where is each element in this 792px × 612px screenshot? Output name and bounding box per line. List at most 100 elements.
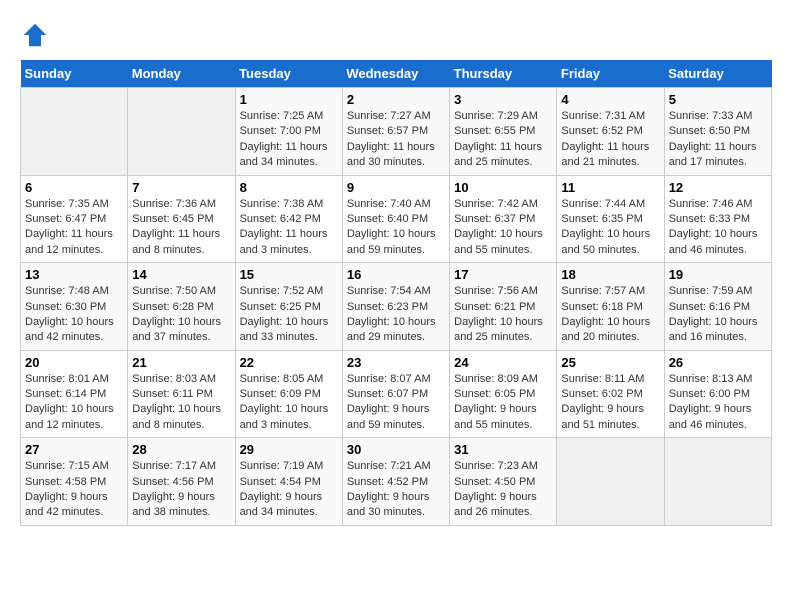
calendar-cell: 11Sunrise: 7:44 AMSunset: 6:35 PMDayligh… — [557, 175, 664, 263]
day-number: 14 — [132, 267, 230, 282]
day-number: 7 — [132, 180, 230, 195]
day-number: 29 — [240, 442, 338, 457]
calendar-cell — [128, 88, 235, 176]
calendar-cell: 20 Sunrise: 8:01 AMSunset: 6:14 PMDayligh… — [21, 350, 128, 438]
day-info: Sunrise: 7:35 AMSunset: 6:47 PMDaylight:… — [25, 197, 123, 259]
day-info: Sunrise: 7:33 AMSunset: 6:50 PMDaylight:… — [669, 109, 767, 171]
calendar-cell — [557, 438, 664, 526]
day-info: Sunrise: 7:48 AMSunset: 6:30 PMDaylight:… — [25, 284, 123, 346]
day-number: 5 — [669, 92, 767, 107]
calendar-cell: 16Sunrise: 7:54 AMSunset: 6:23 PMDayligh… — [342, 263, 449, 351]
day-number: 12 — [669, 180, 767, 195]
page-header — [20, 20, 772, 50]
calendar-cell: 29Sunrise: 7:19 AMSunset: 4:54 PMDayligh… — [235, 438, 342, 526]
calendar-cell: 5 Sunrise: 7:33 AMSunset: 6:50 PMDaylight… — [664, 88, 771, 176]
calendar-cell: 21 Sunrise: 8:03 AMSunset: 6:11 PMDayligh… — [128, 350, 235, 438]
calendar-cell: 1Sunrise: 7:25 AMSunset: 7:00 PMDaylight… — [235, 88, 342, 176]
day-info: Sunrise: 7:36 AMSunset: 6:45 PMDaylight:… — [132, 197, 230, 259]
day-info: Sunrise: 7:42 AMSunset: 6:37 PMDaylight:… — [454, 197, 552, 259]
calendar-cell: 25 Sunrise: 8:11 AMSunset: 6:02 PMDayligh… — [557, 350, 664, 438]
calendar-cell: 27 Sunrise: 7:15 AMSunset: 4:58 PMDayligh… — [21, 438, 128, 526]
calendar-week-row: 13Sunrise: 7:48 AMSunset: 6:30 PMDayligh… — [21, 263, 772, 351]
day-number: 15 — [240, 267, 338, 282]
day-header-tuesday: Tuesday — [235, 60, 342, 88]
day-info: Sunrise: 7:27 AMSunset: 6:57 PMDaylight:… — [347, 109, 445, 171]
day-info: Sunrise: 8:09 AMSunset: 6:05 PMDaylight:… — [454, 372, 552, 434]
day-number: 17 — [454, 267, 552, 282]
calendar-cell: 18 Sunrise: 7:57 AMSunset: 6:18 PMDayligh… — [557, 263, 664, 351]
day-info: Sunrise: 7:50 AMSunset: 6:28 PMDaylight:… — [132, 284, 230, 346]
logo-icon — [20, 20, 50, 50]
day-number: 6 — [25, 180, 123, 195]
calendar-cell: 23 Sunrise: 8:07 AMSunset: 6:07 PMDayligh… — [342, 350, 449, 438]
calendar-week-row: 1Sunrise: 7:25 AMSunset: 7:00 PMDaylight… — [21, 88, 772, 176]
calendar-cell: 24 Sunrise: 8:09 AMSunset: 6:05 PMDayligh… — [450, 350, 557, 438]
day-info: Sunrise: 7:56 AMSunset: 6:21 PMDaylight:… — [454, 284, 552, 346]
day-info: Sunrise: 8:07 AMSunset: 6:07 PMDaylight:… — [347, 372, 445, 434]
day-number: 20 — [25, 355, 123, 370]
calendar-cell: 3 Sunrise: 7:29 AMSunset: 6:55 PMDaylight… — [450, 88, 557, 176]
day-info: Sunrise: 8:05 AMSunset: 6:09 PMDaylight:… — [240, 372, 338, 434]
day-info: Sunrise: 8:01 AMSunset: 6:14 PMDaylight:… — [25, 372, 123, 434]
calendar-cell: 9Sunrise: 7:40 AMSunset: 6:40 PMDaylight… — [342, 175, 449, 263]
calendar-cell: 28 Sunrise: 7:17 AMSunset: 4:56 PMDayligh… — [128, 438, 235, 526]
day-info: Sunrise: 8:11 AMSunset: 6:02 PMDaylight:… — [561, 372, 659, 434]
day-info: Sunrise: 7:46 AMSunset: 6:33 PMDaylight:… — [669, 197, 767, 259]
day-info: Sunrise: 7:15 AMSunset: 4:58 PMDaylight:… — [25, 459, 123, 521]
day-number: 21 — [132, 355, 230, 370]
calendar-cell: 22 Sunrise: 8:05 AMSunset: 6:09 PMDayligh… — [235, 350, 342, 438]
day-info: Sunrise: 7:23 AMSunset: 4:50 PMDaylight:… — [454, 459, 552, 521]
day-number: 27 — [25, 442, 123, 457]
day-number: 28 — [132, 442, 230, 457]
day-header-thursday: Thursday — [450, 60, 557, 88]
logo — [20, 20, 54, 50]
calendar-header-row: SundayMondayTuesdayWednesdayThursdayFrid… — [21, 60, 772, 88]
day-number: 3 — [454, 92, 552, 107]
day-header-saturday: Saturday — [664, 60, 771, 88]
calendar-cell: 12 Sunrise: 7:46 AMSunset: 6:33 PMDayligh… — [664, 175, 771, 263]
day-info: Sunrise: 7:52 AMSunset: 6:25 PMDaylight:… — [240, 284, 338, 346]
calendar-cell: 6 Sunrise: 7:35 AMSunset: 6:47 PMDaylight… — [21, 175, 128, 263]
day-number: 2 — [347, 92, 445, 107]
calendar-cell — [664, 438, 771, 526]
day-number: 19 — [669, 267, 767, 282]
day-number: 30 — [347, 442, 445, 457]
calendar-cell: 17 Sunrise: 7:56 AMSunset: 6:21 PMDayligh… — [450, 263, 557, 351]
calendar-cell: 30 Sunrise: 7:21 AMSunset: 4:52 PMDayligh… — [342, 438, 449, 526]
calendar-table: SundayMondayTuesdayWednesdayThursdayFrid… — [20, 60, 772, 526]
day-header-sunday: Sunday — [21, 60, 128, 88]
day-info: Sunrise: 8:03 AMSunset: 6:11 PMDaylight:… — [132, 372, 230, 434]
day-number: 24 — [454, 355, 552, 370]
day-number: 8 — [240, 180, 338, 195]
calendar-cell: 10 Sunrise: 7:42 AMSunset: 6:37 PMDayligh… — [450, 175, 557, 263]
day-info: Sunrise: 7:59 AMSunset: 6:16 PMDaylight:… — [669, 284, 767, 346]
day-number: 9 — [347, 180, 445, 195]
day-info: Sunrise: 7:25 AMSunset: 7:00 PMDaylight:… — [240, 109, 338, 171]
day-info: Sunrise: 7:21 AMSunset: 4:52 PMDaylight:… — [347, 459, 445, 521]
day-header-friday: Friday — [557, 60, 664, 88]
day-info: Sunrise: 7:57 AMSunset: 6:18 PMDaylight:… — [561, 284, 659, 346]
day-info: Sunrise: 7:38 AMSunset: 6:42 PMDaylight:… — [240, 197, 338, 259]
day-number: 22 — [240, 355, 338, 370]
day-number: 25 — [561, 355, 659, 370]
calendar-cell — [21, 88, 128, 176]
calendar-cell: 2 Sunrise: 7:27 AMSunset: 6:57 PMDaylight… — [342, 88, 449, 176]
day-info: Sunrise: 7:17 AMSunset: 4:56 PMDaylight:… — [132, 459, 230, 521]
day-number: 26 — [669, 355, 767, 370]
calendar-cell: 15 Sunrise: 7:52 AMSunset: 6:25 PMDayligh… — [235, 263, 342, 351]
calendar-cell: 8 Sunrise: 7:38 AMSunset: 6:42 PMDaylight… — [235, 175, 342, 263]
day-info: Sunrise: 7:44 AMSunset: 6:35 PMDaylight:… — [561, 197, 659, 259]
day-number: 10 — [454, 180, 552, 195]
calendar-cell: 31Sunrise: 7:23 AMSunset: 4:50 PMDayligh… — [450, 438, 557, 526]
day-header-monday: Monday — [128, 60, 235, 88]
day-number: 16 — [347, 267, 445, 282]
day-header-wednesday: Wednesday — [342, 60, 449, 88]
day-number: 18 — [561, 267, 659, 282]
day-info: Sunrise: 7:31 AMSunset: 6:52 PMDaylight:… — [561, 109, 659, 171]
calendar-cell: 13Sunrise: 7:48 AMSunset: 6:30 PMDayligh… — [21, 263, 128, 351]
calendar-week-row: 27 Sunrise: 7:15 AMSunset: 4:58 PMDayligh… — [21, 438, 772, 526]
day-number: 23 — [347, 355, 445, 370]
calendar-week-row: 6 Sunrise: 7:35 AMSunset: 6:47 PMDaylight… — [21, 175, 772, 263]
day-info: Sunrise: 7:29 AMSunset: 6:55 PMDaylight:… — [454, 109, 552, 171]
calendar-cell: 14 Sunrise: 7:50 AMSunset: 6:28 PMDayligh… — [128, 263, 235, 351]
